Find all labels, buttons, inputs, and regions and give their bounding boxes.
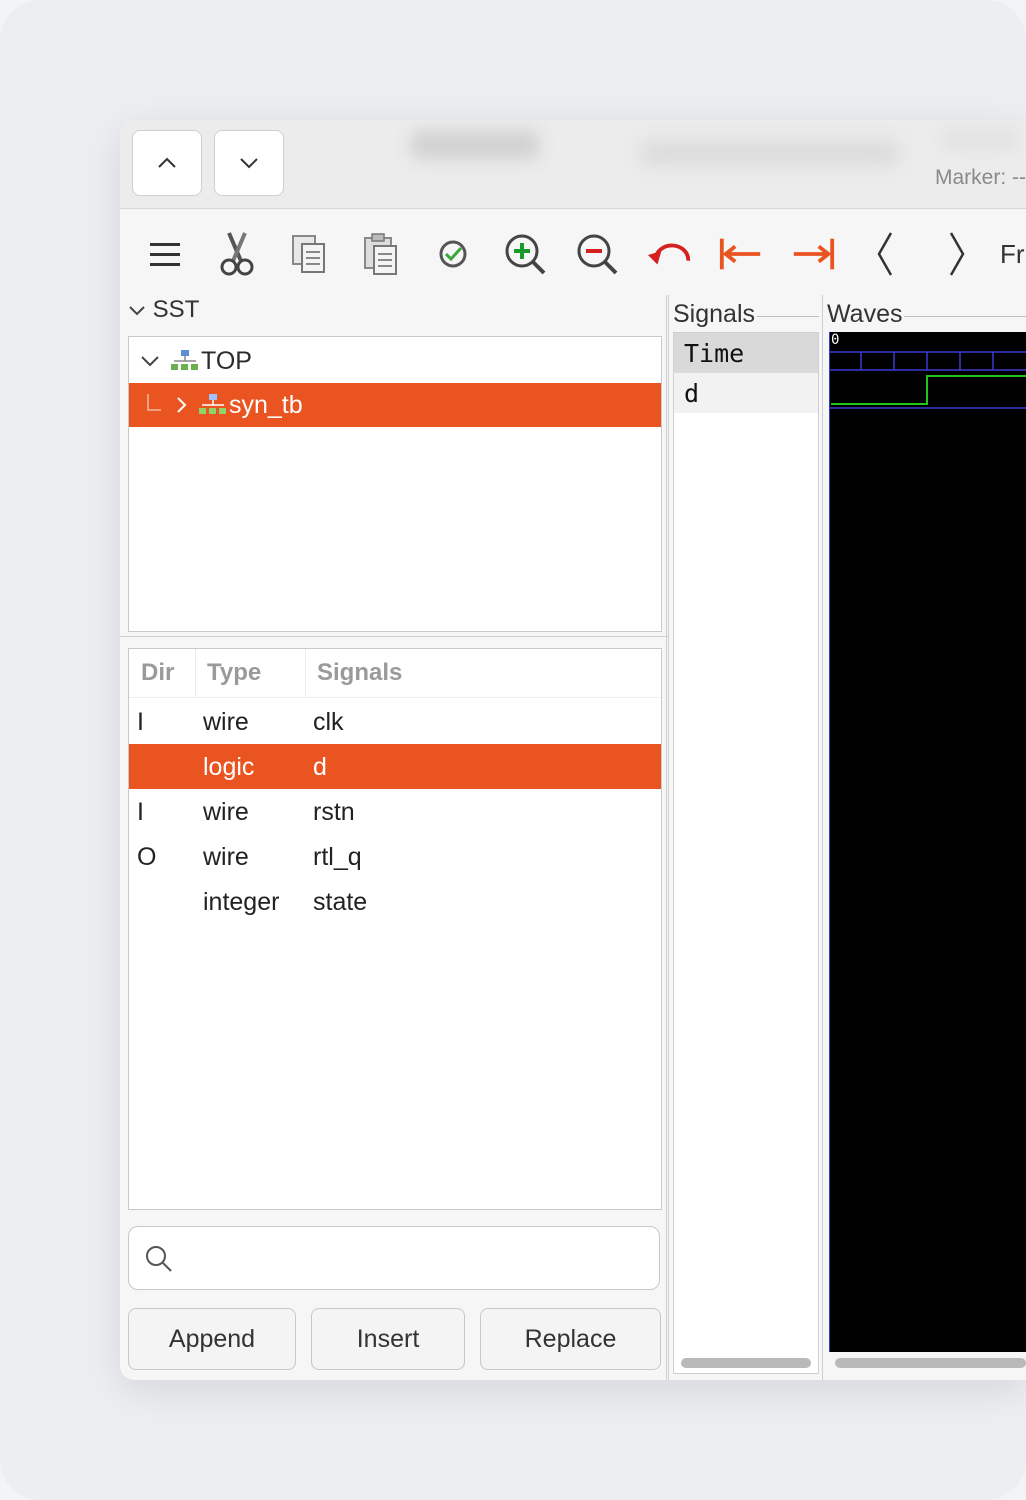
header-signals[interactable]: Signals <box>317 659 402 687</box>
paste-button[interactable] <box>358 231 404 277</box>
waveform-canvas[interactable]: 0 <box>829 332 1026 1352</box>
scroll-down-button[interactable] <box>214 130 284 196</box>
pane-separator[interactable] <box>822 295 823 1380</box>
blurred-title <box>410 130 540 160</box>
signals-list[interactable]: Time d <box>673 332 819 1374</box>
zoom-in-icon <box>505 234 546 275</box>
chevron-up-icon <box>158 157 176 168</box>
pane-splitter[interactable] <box>120 636 668 637</box>
copy-button[interactable] <box>286 231 332 277</box>
waves-panel: Waves 0 <box>827 296 1026 1380</box>
blurred-subtitle <box>640 140 900 166</box>
pane-separator-shadow <box>668 295 669 1380</box>
chevron-left-icon <box>877 232 893 276</box>
cell-signal: state <box>313 888 368 916</box>
signal-item-label: Time <box>684 339 745 368</box>
sst-expander[interactable]: SST <box>128 296 199 324</box>
waves-panel-title: Waves <box>827 300 905 329</box>
jump-to-start-icon <box>719 238 761 270</box>
waveform-drawing <box>829 332 1026 1352</box>
undo-icon <box>647 243 691 265</box>
tree-node-label: syn_tb <box>229 390 303 419</box>
signals-panel: Signals Time d <box>673 296 819 1380</box>
table-row[interactable]: O wire rtl_q <box>129 834 661 879</box>
marker-readout: Marker: -- <box>935 166 1026 189</box>
zoom-out-icon <box>577 234 618 275</box>
cell-type: wire <box>203 843 249 871</box>
cell-dir: O <box>137 843 157 871</box>
signal-item-d[interactable]: d <box>674 373 818 413</box>
chevron-down-icon <box>240 158 258 169</box>
signal-item-label: d <box>684 379 700 408</box>
header-dir[interactable]: Dir <box>141 659 174 687</box>
toolbar-truncated-label: Fr <box>1000 239 1025 269</box>
title-bar: Marker: -- <box>120 120 1026 209</box>
pane-separator[interactable] <box>666 295 667 1380</box>
hamburger-menu-icon <box>150 243 180 266</box>
gtkwave-window: Marker: -- Fr SST TOP syn_tb Dir Type Si… <box>120 120 1026 1380</box>
table-row[interactable]: I wire clk <box>129 699 661 744</box>
cell-type: wire <box>203 708 249 736</box>
cell-signal: d <box>313 753 327 781</box>
tree-node-label: TOP <box>201 346 252 375</box>
chevron-down-icon <box>141 356 159 367</box>
cell-dir: I <box>137 708 144 736</box>
signals-horizontal-scrollbar[interactable] <box>681 1358 811 1368</box>
sst-tree[interactable]: TOP syn_tb <box>128 336 662 632</box>
sst-label: SST <box>152 296 200 323</box>
header-type[interactable]: Type <box>207 659 261 687</box>
undo-button[interactable] <box>646 231 692 277</box>
table-header: Dir Type Signals <box>129 649 661 698</box>
insert-button[interactable]: Insert <box>311 1308 465 1370</box>
jump-to-end-icon <box>793 238 835 270</box>
previous-button[interactable] <box>862 231 908 277</box>
table-row[interactable]: I wire rstn <box>129 789 661 834</box>
copy-icon <box>292 235 325 273</box>
scissors-icon <box>220 232 254 276</box>
chevron-right-icon <box>177 397 187 413</box>
cut-button[interactable] <box>214 231 260 277</box>
tree-node-top[interactable]: TOP <box>129 339 661 383</box>
signal-search-input[interactable] <box>128 1226 660 1290</box>
waves-horizontal-scrollbar[interactable] <box>835 1358 1026 1368</box>
menu-button[interactable] <box>142 231 188 277</box>
table-row[interactable]: logic d <box>129 744 661 789</box>
tree-branch-line <box>147 394 161 411</box>
search-icon <box>146 1246 172 1272</box>
hierarchy-icon <box>199 394 226 414</box>
column-separator <box>195 649 196 697</box>
cell-signal: clk <box>313 708 344 736</box>
next-button[interactable] <box>934 231 980 277</box>
column-separator <box>305 649 306 697</box>
zoom-to-end-button[interactable] <box>790 231 836 277</box>
cell-dir: I <box>137 798 144 826</box>
cell-type: logic <box>203 753 255 781</box>
signal-item-time[interactable]: Time <box>674 333 818 373</box>
paste-icon <box>364 233 397 275</box>
cell-signal: rtl_q <box>313 843 362 871</box>
blurred-info <box>940 128 1020 150</box>
append-button[interactable]: Append <box>128 1308 296 1370</box>
hierarchy-icon <box>171 350 198 370</box>
signals-table[interactable]: Dir Type Signals I wire clk logic d I wi… <box>128 648 662 1210</box>
cell-signal: rstn <box>313 798 355 826</box>
time-origin-label: 0 <box>831 332 840 348</box>
cell-type: wire <box>203 798 249 826</box>
tree-node-syn-tb[interactable]: syn_tb <box>129 383 661 427</box>
replace-button[interactable]: Replace <box>480 1308 661 1370</box>
cell-type: integer <box>203 888 280 916</box>
table-row[interactable]: integer state <box>129 879 661 924</box>
scroll-up-button[interactable] <box>132 130 202 196</box>
chevron-right-icon <box>949 232 965 276</box>
check-circle-icon <box>439 240 467 268</box>
toolbar: Fr <box>120 209 1026 295</box>
zoom-out-button[interactable] <box>574 231 620 277</box>
chevron-down-icon <box>129 305 145 316</box>
zoom-in-button[interactable] <box>502 231 548 277</box>
select-all-button[interactable] <box>430 231 476 277</box>
signals-panel-title: Signals <box>673 300 757 329</box>
zoom-to-start-button[interactable] <box>718 231 764 277</box>
